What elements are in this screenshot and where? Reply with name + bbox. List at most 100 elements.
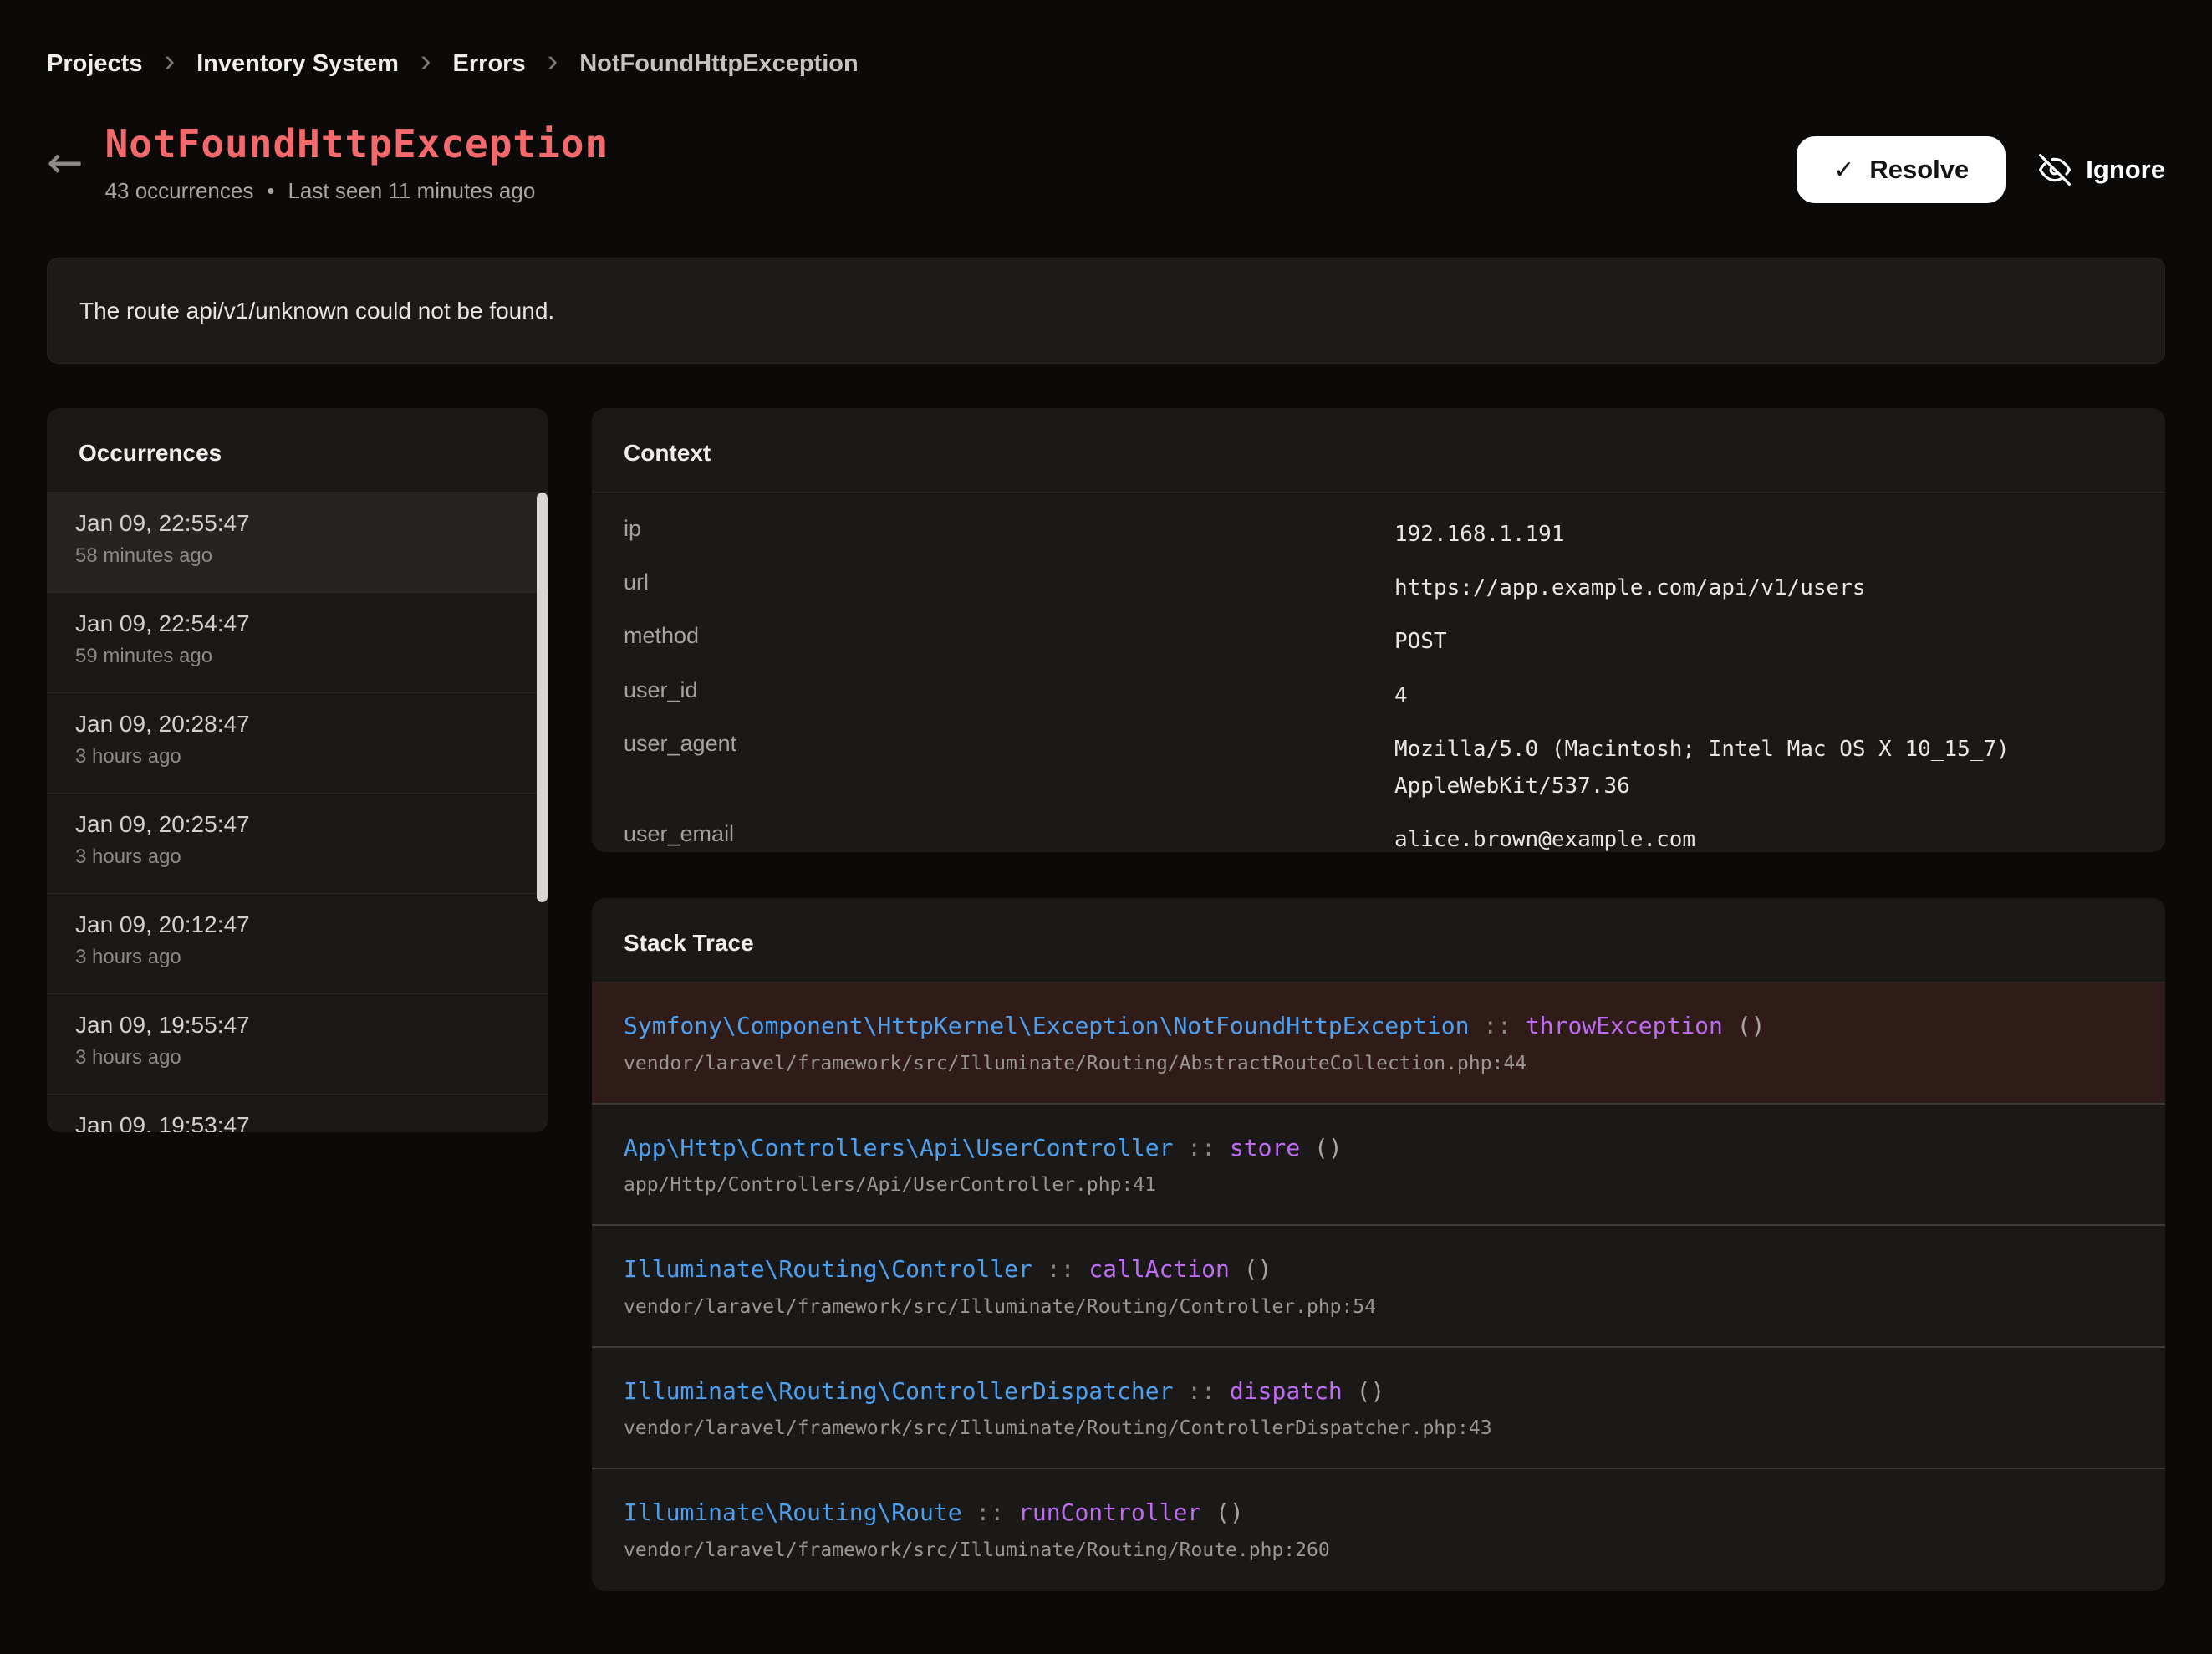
right-column: Context ip192.168.1.191urlhttps://app.ex… <box>592 408 2165 1591</box>
back-button[interactable]: ← <box>47 141 84 185</box>
stack-frame-signature: App\Http\Controllers\Api\UserController … <box>624 1134 2133 1162</box>
occurrence-ago: 58 minutes ago <box>75 544 520 568</box>
context-value: https://app.example.com/api/v1/users <box>1394 569 2133 606</box>
context-key: user_email <box>624 821 1394 847</box>
stack-frame-file: vendor/laravel/framework/src/Illuminate/… <box>624 1539 2133 1561</box>
stack-frame-file: app/Http/Controllers/Api/UserController.… <box>624 1174 2133 1196</box>
context-row: urlhttps://app.example.com/api/v1/users <box>624 561 2133 615</box>
stack-frame-separator: :: <box>1032 1255 1088 1283</box>
title-block: NotFoundHttpException 43 occurrences • L… <box>105 121 609 204</box>
main-content: Occurrences Jan 09, 22:55:47 58 minutes a… <box>47 408 2165 1591</box>
context-title: Context <box>592 408 2165 493</box>
stack-frame-method: runController <box>1018 1498 1201 1526</box>
stack-frame[interactable]: Symfony\Component\HttpKernel\Exception\N… <box>592 983 2165 1103</box>
context-value: Mozilla/5.0 (Macintosh; Intel Mac OS X 1… <box>1394 731 2133 804</box>
context-key: url <box>624 569 1394 595</box>
occurrence-item[interactable]: Jan 09, 19:55:47 3 hours ago <box>47 994 548 1095</box>
context-row: user_emailalice.brown@example.com <box>624 813 2133 852</box>
context-row: user_id4 <box>624 669 2133 722</box>
resolve-button[interactable]: ✓ Resolve <box>1797 136 2006 203</box>
context-key: user_agent <box>624 731 1394 757</box>
stack-frame[interactable]: App\Http\Controllers\Api\UserController … <box>592 1103 2165 1225</box>
stack-frame-separator: :: <box>1173 1134 1229 1161</box>
stack-frame-class: App\Http\Controllers\Api\UserController <box>624 1134 1173 1161</box>
context-value: 4 <box>1394 677 2133 714</box>
occurrence-item[interactable]: Jan 09, 22:55:47 58 minutes ago <box>47 493 548 593</box>
breadcrumb-separator-icon: › <box>420 45 431 77</box>
breadcrumb-item[interactable]: Errors <box>453 50 526 78</box>
stack-frame-parens: () <box>1201 1498 1244 1526</box>
context-row: methodPOST <box>624 615 2133 668</box>
breadcrumb-separator-icon: › <box>164 45 175 77</box>
context-row: ip192.168.1.191 <box>624 508 2133 561</box>
stack-frame[interactable]: Illuminate\Routing\Controller :: callAct… <box>592 1224 2165 1346</box>
stack-frame-class: Symfony\Component\HttpKernel\Exception\N… <box>624 1012 1469 1039</box>
breadcrumb-item[interactable]: NotFoundHttpException <box>579 50 858 78</box>
stack-frame-method: throwException <box>1526 1012 1723 1039</box>
stack-frame-separator: :: <box>1173 1377 1229 1405</box>
stack-frame-signature: Illuminate\Routing\Route :: runControlle… <box>624 1498 2133 1527</box>
breadcrumb-item[interactable]: Projects <box>47 50 142 78</box>
page-header: ← NotFoundHttpException 43 occurrences •… <box>47 121 2165 204</box>
stack-frame-parens: () <box>1343 1377 1385 1405</box>
stack-frame-class: Illuminate\Routing\ControllerDispatcher <box>624 1377 1173 1405</box>
stack-frame-method: dispatch <box>1230 1377 1343 1405</box>
ignore-button[interactable]: Ignore <box>2039 154 2165 186</box>
stack-frame-separator: :: <box>962 1498 1018 1526</box>
stack-frame-parens: () <box>1230 1255 1272 1283</box>
stack-frame[interactable]: Illuminate\Routing\Route :: runControlle… <box>592 1468 2165 1590</box>
occurrence-item[interactable]: Jan 09, 19:53:47 <box>47 1095 548 1132</box>
breadcrumb: Projects›Inventory System›Errors›NotFoun… <box>47 0 2165 79</box>
context-key: ip <box>624 516 1394 542</box>
occurrence-time: Jan 09, 20:28:47 <box>75 711 520 738</box>
error-detail-page: Projects›Inventory System›Errors›NotFoun… <box>0 0 2212 1591</box>
occurrences-title: Occurrences <box>47 408 548 493</box>
stack-trace-title: Stack Trace <box>592 898 2165 983</box>
occurrence-item[interactable]: Jan 09, 20:25:47 3 hours ago <box>47 794 548 894</box>
error-message-box: The route api/v1/unknown could not be fo… <box>47 258 2165 364</box>
occurrence-time: Jan 09, 19:53:47 <box>75 1112 520 1132</box>
stack-frame-file: vendor/laravel/framework/src/Illuminate/… <box>624 1053 2133 1075</box>
occurrence-item[interactable]: Jan 09, 20:28:47 3 hours ago <box>47 693 548 794</box>
check-icon: ✓ <box>1833 156 1854 185</box>
occurrence-ago: 3 hours ago <box>75 745 520 768</box>
scrollbar-thumb[interactable] <box>537 493 548 902</box>
breadcrumb-item[interactable]: Inventory System <box>196 50 399 78</box>
context-rows: ip192.168.1.191urlhttps://app.example.co… <box>592 493 2165 852</box>
context-value: alice.brown@example.com <box>1394 821 2133 852</box>
stack-frames: Symfony\Component\HttpKernel\Exception\N… <box>592 983 2165 1590</box>
meta-separator: • <box>267 178 274 204</box>
context-key: method <box>624 623 1394 649</box>
occurrences-panel: Occurrences Jan 09, 22:55:47 58 minutes a… <box>47 408 548 1132</box>
error-meta: 43 occurrences • Last seen 11 minutes ag… <box>105 178 609 204</box>
stack-frame-signature: Illuminate\Routing\Controller :: callAct… <box>624 1255 2133 1284</box>
stack-frame[interactable]: Illuminate\Routing\ControllerDispatcher … <box>592 1346 2165 1468</box>
occurrence-time: Jan 09, 20:25:47 <box>75 811 520 838</box>
stack-frame-parens: () <box>1300 1134 1343 1161</box>
stack-frame-class: Illuminate\Routing\Route <box>624 1498 962 1526</box>
eye-off-icon <box>2039 154 2071 186</box>
stack-frame-class: Illuminate\Routing\Controller <box>624 1255 1032 1283</box>
stack-frame-file: vendor/laravel/framework/src/Illuminate/… <box>624 1296 2133 1318</box>
stack-trace-panel: Stack Trace Symfony\Component\HttpKernel… <box>592 898 2165 1591</box>
occurrence-ago: 3 hours ago <box>75 946 520 969</box>
header-actions: ✓ Resolve Ignore <box>1797 136 2165 203</box>
occurrence-ago: 59 minutes ago <box>75 645 520 668</box>
occurrence-time: Jan 09, 20:12:47 <box>75 911 520 938</box>
stack-frame-method: callAction <box>1088 1255 1230 1283</box>
context-row: user_agentMozilla/5.0 (Macintosh; Intel … <box>624 722 2133 813</box>
occurrence-item[interactable]: Jan 09, 22:54:4759 minutes ago <box>47 593 548 693</box>
page-title: NotFoundHttpException <box>105 121 609 166</box>
occurrence-time: Jan 09, 19:55:47 <box>75 1012 520 1039</box>
occurrence-ago: 3 hours ago <box>75 1046 520 1069</box>
stack-frame-file: vendor/laravel/framework/src/Illuminate/… <box>624 1417 2133 1439</box>
occurrence-item[interactable]: Jan 09, 20:12:47 3 hours ago <box>47 894 548 994</box>
context-key: user_id <box>624 677 1394 703</box>
stack-frame-method: store <box>1230 1134 1300 1161</box>
context-value: POST <box>1394 623 2133 660</box>
occurrence-time: Jan 09, 22:55:47 <box>75 510 520 537</box>
ignore-label: Ignore <box>2086 155 2165 185</box>
stack-frame-signature: Illuminate\Routing\ControllerDispatcher … <box>624 1377 2133 1406</box>
occurrence-ago: 3 hours ago <box>75 845 520 869</box>
last-seen: Last seen 11 minutes ago <box>288 178 535 204</box>
